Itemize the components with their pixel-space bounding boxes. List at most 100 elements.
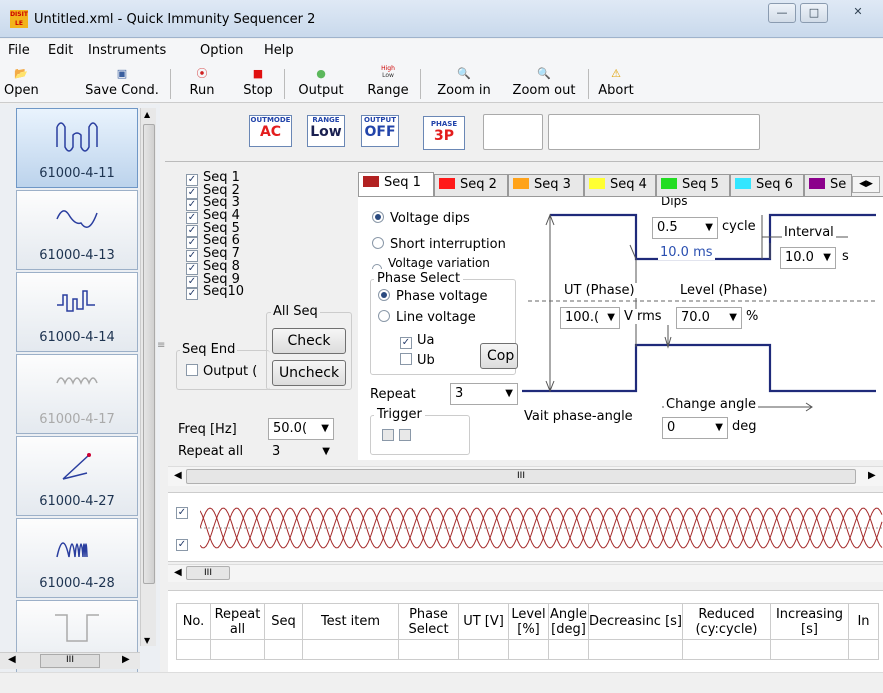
repeat-label: Repeat [370,387,416,402]
copy-button[interactable]: Cop [480,343,518,369]
phase-unbalance-icon [62,453,91,480]
col-header-seq[interactable]: Seq [264,603,303,640]
settings-hscrollbar[interactable]: ◀ III ▶ [168,466,883,486]
sequence-table: No. Repeat all Seq Test item Phase Selec… [168,590,883,672]
level-combo[interactable]: 70.0 ▼ [676,307,742,329]
col-header-decreasing[interactable]: Decreasinc [s] [588,603,683,640]
col-header-phase-select[interactable]: Phase Select [398,603,459,640]
sequence-panel: ✓ Seq 1 ✓ Seq 2 ✓ Seq 3 ✓ Seq 4 ✓ Seq 5 ✓ Seq … [166,162,354,468]
menu-help[interactable]: Help [264,43,294,58]
standard-61000-4-13[interactable]: 61000-4-13 [16,190,138,270]
run-button[interactable]: ⦿ Run [188,65,216,98]
stop-icon: ■ [252,67,264,80]
tab-seq-7[interactable]: Se [804,174,852,196]
uncheck-all-button[interactable]: Uncheck [272,360,346,386]
standard-61000-4-11[interactable]: 61000-4-11 [16,108,138,188]
freq-combo[interactable]: 50.0(▼ [268,418,334,440]
tab-seq-4[interactable]: Seq 4 [584,174,656,196]
menu-file[interactable]: File [8,43,30,58]
menu-instruments[interactable]: Instruments [88,43,166,58]
tab-seq-3[interactable]: Seq 3 [508,174,584,196]
tab-seq-5[interactable]: Seq 5 [656,174,730,196]
tab-seq-2[interactable]: Seq 2 [434,174,508,196]
repeat-all-combo[interactable]: 3 ▼ [268,442,334,464]
toolbar-separator [284,69,285,99]
check-all-button[interactable]: Check [272,328,346,354]
stop-button[interactable]: ■ Stop [240,65,276,98]
ub-checkbox[interactable]: Ub [400,353,435,368]
dips-combo[interactable]: 0.5 ▼ [652,217,718,239]
status-box-1 [483,114,543,150]
sidebar-hscrollbar[interactable]: ◀ III ▶ [0,652,140,669]
tab-seq-1[interactable]: Seq 1 [358,172,434,196]
voltage-variation-radio[interactable]: Voltage variation [372,257,490,269]
range-icon: High Low [381,65,395,79]
angle-combo[interactable]: 0 ▼ [662,417,728,439]
short-interruption-radio[interactable]: Short interruption [372,237,506,252]
table-row[interactable] [176,639,879,660]
outmode-indicator: OUTMODE AC [249,115,292,147]
status-box-2 [548,114,760,150]
line-voltage-radio[interactable]: Line voltage [378,310,476,325]
range-indicator: RANGE Low [307,115,345,147]
waveform-checkbox-2[interactable]: ✓ [176,535,193,551]
standard-61000-4-28[interactable]: 61000-4-28 [16,518,138,598]
menu-edit[interactable]: Edit [48,43,73,58]
trigger-label: Trigger [374,407,425,422]
col-header-increasing[interactable]: Increasing [s] [770,603,849,640]
open-button[interactable]: 📂 Open [4,65,39,98]
title-bar: DISIT LE Untitled.xml - Quick Immunity S… [0,0,883,38]
tab-scroll-buttons[interactable]: ◀▶ [852,176,880,193]
trigger-checkboxes[interactable] [382,429,416,444]
voltage-dips-radio[interactable]: Voltage dips [372,211,470,226]
col-header-angle[interactable]: Angle [deg] [548,603,589,640]
range-button[interactable]: High Low Range [366,65,410,98]
all-seq-label: All Seq [271,304,320,319]
menu-option[interactable]: Option [200,43,243,58]
maximize-button[interactable]: □ [800,3,828,23]
angle-unit: deg [732,419,757,434]
col-header-in[interactable]: In [848,603,879,640]
dips-unit: cycle [722,219,756,234]
waveform-checkbox-1[interactable]: ✓ [176,503,193,519]
col-header-reduced[interactable]: Reduced (cy:cycle) [682,603,771,640]
standard-61000-4-27[interactable]: 61000-4-27 [16,436,138,516]
waveform-fluctuation-icon [57,290,95,312]
folder-icon: 📂 [14,67,28,80]
output-off-checkbox[interactable]: Output ( [186,364,257,379]
col-header-level[interactable]: Level [%] [508,603,549,640]
status-bar [0,672,883,693]
repeat-all-label: Repeat all [178,444,244,459]
zoom-out-icon: 🔍 [537,67,551,80]
save-cond-button[interactable]: ▣ Save Cond. [80,65,164,98]
waveform-hscrollbar[interactable]: ◀ III [168,564,883,582]
col-header-test-item[interactable]: Test item [302,603,399,640]
tab-color-swatch [809,178,825,189]
waveform-frequency-icon [56,542,88,558]
freq-label: Freq [Hz] [178,422,237,437]
zoom-out-button[interactable]: 🔍 Zoom out [506,65,582,98]
phase-voltage-radio[interactable]: Phase voltage [378,289,488,304]
abort-button[interactable]: ⚠ Abort [596,65,636,98]
menu-bar: File Edit Instruments Option Help [0,39,883,63]
minimize-button[interactable]: — [768,3,796,23]
close-button[interactable]: ✕ [838,3,878,23]
ut-combo[interactable]: 100.(▼ [560,307,620,329]
splitter-grip[interactable]: ≡ [157,340,165,351]
repeat-combo[interactable]: 3 ▼ [450,383,518,405]
output-indicator: OUTPUT OFF [361,115,399,147]
ua-checkbox[interactable]: ✓ Ua [400,333,434,349]
output-button[interactable]: ● Output [296,65,346,98]
interval-unit: s [842,249,849,264]
sidebar-vscrollbar[interactable]: ▲ ▼ [140,108,156,646]
dips-label: Dips [658,197,691,209]
standard-61000-4-17[interactable]: 61000-4-17 [16,354,138,434]
zoom-in-button[interactable]: 🔍 Zoom in [432,65,496,98]
standard-61000-4-14[interactable]: 61000-4-14 [16,272,138,352]
seq-checkbox-10[interactable]: ✓ Seq10 [186,285,244,301]
col-header-no[interactable]: No. [176,603,211,640]
interval-combo[interactable]: 10.0 ▼ [780,247,836,269]
col-header-repeat-all[interactable]: Repeat all [210,603,265,640]
col-header-ut[interactable]: UT [V] [458,603,509,640]
tab-seq-6[interactable]: Seq 6 [730,174,804,196]
